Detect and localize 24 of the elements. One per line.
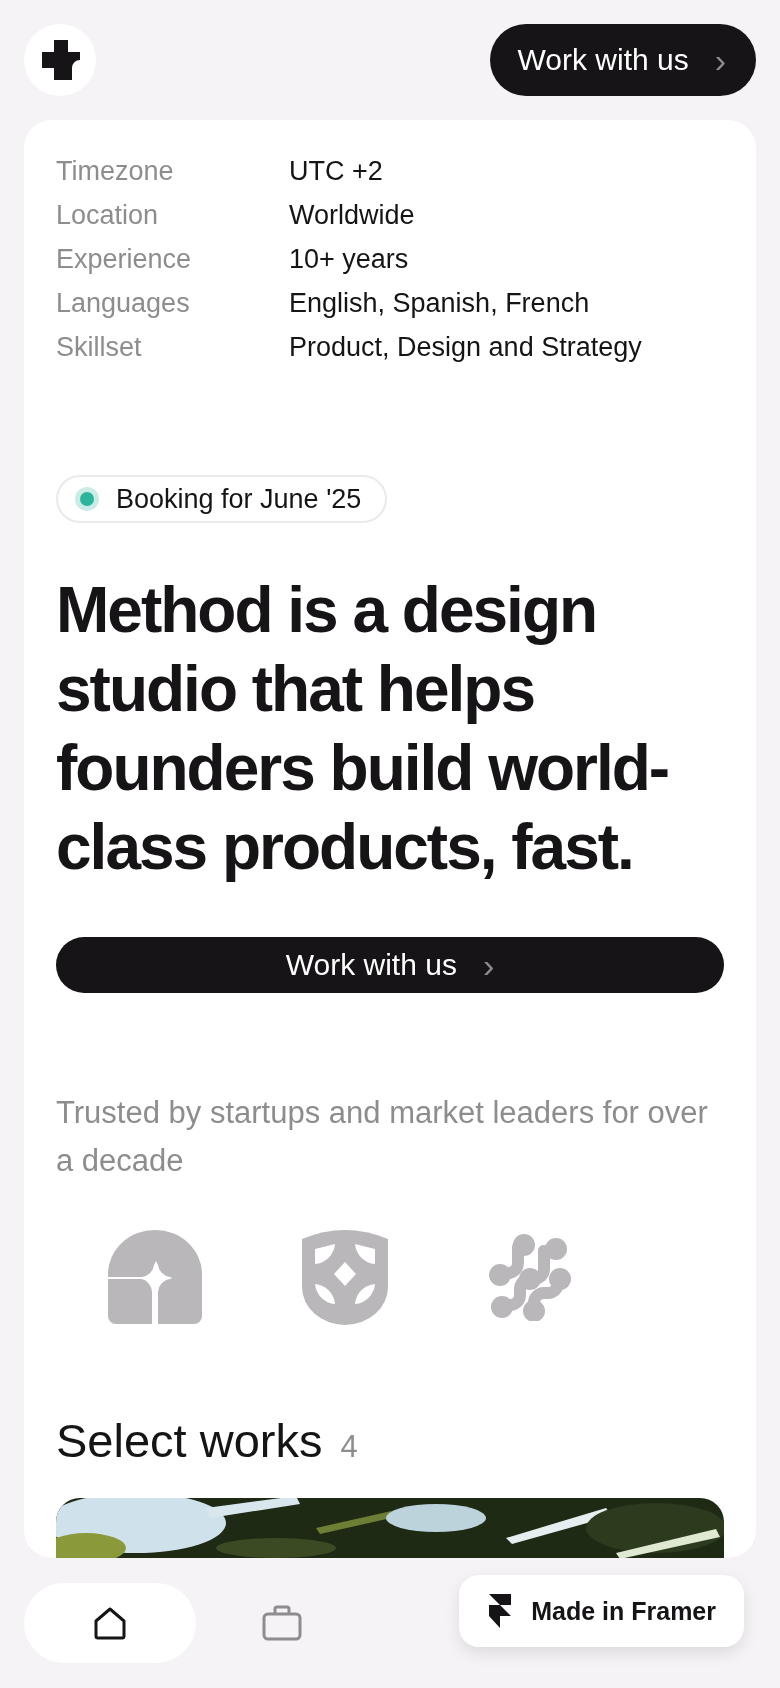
home-icon: [92, 1605, 128, 1641]
cross-logo-icon: [40, 40, 80, 80]
framer-logo-icon: [487, 1594, 512, 1628]
info-value: Worldwide: [289, 200, 416, 231]
trusted-text: Trusted by startups and market leaders for over a decade: [56, 1094, 709, 1180]
headline: Method is a design studio that helps founders build world-class products, fast.: [56, 573, 670, 886]
work-with-us-button[interactable]: Work with us ›: [56, 937, 724, 993]
info-label: Timezone: [56, 156, 175, 187]
arch-star-logo-icon: [108, 1230, 202, 1324]
status-text: Booking for June '25: [116, 483, 362, 515]
work-with-us-button[interactable]: Work with us ›: [489, 24, 756, 96]
section-title: Select works: [56, 1413, 323, 1468]
shield-logo-icon: [302, 1229, 388, 1325]
info-label: Experience: [56, 244, 193, 275]
info-value: Product, Design and Strategy: [289, 332, 643, 363]
works-count: 4: [340, 1429, 358, 1465]
info-value: English, Spanish, French: [289, 288, 591, 319]
info-value: UTC +2: [289, 156, 384, 187]
info-label: Location: [56, 200, 160, 231]
info-value: 10+ years: [289, 244, 410, 275]
made-in-framer-button[interactable]: Made in Framer: [459, 1575, 744, 1647]
info-label: Skillset: [56, 332, 143, 363]
briefcase-icon: [261, 1604, 303, 1642]
info-label: Languages: [56, 288, 191, 319]
